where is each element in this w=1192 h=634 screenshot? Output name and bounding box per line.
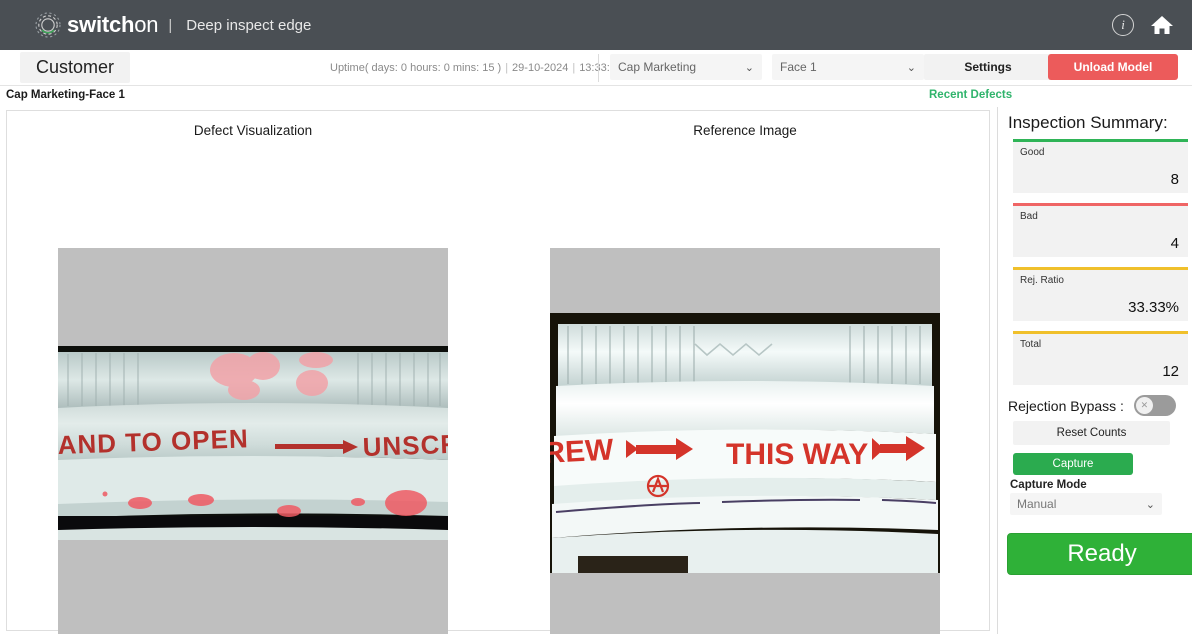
brand-name: switchon [67, 12, 159, 38]
summary-card-value: 12 [1162, 363, 1179, 380]
summary-card-value: 8 [1170, 171, 1179, 188]
capture-button[interactable]: Capture [1013, 453, 1133, 475]
reference-image-column: Reference Image REW THIS WAY [499, 111, 991, 634]
unload-model-button[interactable]: Unload Model [1048, 54, 1178, 80]
body: Defect Visualization AND TO OPEN UNSCR R… [0, 107, 1192, 634]
reference-image[interactable]: REW THIS WAY [550, 248, 940, 634]
svg-text:THIS WAY: THIS WAY [726, 438, 868, 471]
home-icon[interactable] [1150, 14, 1174, 36]
summary-card-value: 4 [1170, 235, 1179, 252]
summary-card-good: Good 8 [1013, 139, 1188, 193]
reference-image-title: Reference Image [693, 123, 797, 138]
settings-button[interactable]: Settings [924, 54, 1052, 80]
app-header: switchon | Deep inspect edge i [0, 0, 1192, 50]
brand-logo: switchon | Deep inspect edge [34, 11, 311, 39]
reset-counts-button[interactable]: Reset Counts [1013, 421, 1170, 445]
capture-mode-label: Capture Mode [1010, 479, 1087, 491]
summary-card-total: Total 12 [1013, 331, 1188, 385]
info-icon[interactable]: i [1112, 14, 1134, 36]
toolbar: Customer Uptime( days: 0 hours: 0 mins: … [0, 50, 1192, 86]
summary-card-rej-ratio: Rej. Ratio 33.33% [1013, 267, 1188, 321]
defect-visualization-title: Defect Visualization [193, 123, 313, 138]
current-date: 29-10-2024 [512, 61, 569, 74]
app-subtitle: Deep inspect edge [186, 16, 312, 34]
face-select[interactable]: Face 1 ⌄ [772, 54, 924, 80]
summary-card-value: 33.33% [1128, 299, 1179, 316]
summary-card-label: Total [1020, 339, 1042, 350]
header-actions: i [1112, 0, 1174, 50]
recent-defects-label[interactable]: Recent Defects [929, 89, 1012, 101]
uptime-text: Uptime( days: 0 hours: 0 mins: 15 ) [330, 61, 502, 74]
summary-card-label: Rej. Ratio [1020, 275, 1064, 286]
model-select-value: Cap Marketing [618, 60, 697, 74]
face-select-value: Face 1 [780, 60, 817, 74]
svg-text:UNSCR: UNSCR [362, 429, 448, 462]
customer-chip[interactable]: Customer [20, 52, 131, 83]
chevron-down-icon: ⌄ [744, 61, 754, 74]
chevron-down-icon: ⌄ [906, 61, 916, 74]
uptime-sep-2: | [572, 61, 576, 74]
brand-separator: | [168, 16, 173, 34]
uptime-status: Uptime( days: 0 hours: 0 mins: 15 ) | 29-1… [330, 62, 638, 74]
capture-mode-select[interactable]: Manual ⌄ [1010, 493, 1162, 515]
breadcrumb: Cap Marketing-Face 1 [6, 89, 125, 101]
capture-mode-value: Manual [1017, 497, 1057, 511]
brand-name-bold: switch [67, 12, 135, 37]
summary-card-bad: Bad 4 [1013, 203, 1188, 257]
toggle-off-icon: ✕ [1135, 397, 1153, 414]
brand-name-light: on [134, 12, 159, 37]
uptime-sep-1: | [505, 61, 509, 74]
toolbar-divider [598, 54, 599, 82]
inspection-summary-sidebar: Inspection Summary: Good 8 Bad 4 Rej. Ra… [997, 107, 1192, 634]
breadcrumb-row: Cap Marketing-Face 1 Recent Defects [0, 86, 1192, 107]
defect-visualization-column: Defect Visualization AND TO OPEN UNSCR [7, 111, 499, 634]
inspection-summary-title: Inspection Summary: [1008, 113, 1168, 132]
chevron-down-icon: ⌄ [1145, 498, 1155, 511]
rejection-bypass-toggle[interactable]: ✕ [1133, 395, 1176, 416]
rejection-bypass-label: Rejection Bypass : [1008, 397, 1124, 414]
switchon-logo-icon [34, 11, 62, 39]
summary-card-label: Good [1020, 147, 1045, 158]
inspection-content-panel: Defect Visualization AND TO OPEN UNSCR R… [6, 110, 991, 634]
svg-text:REW: REW [550, 433, 615, 470]
summary-card-label: Bad [1020, 211, 1038, 222]
ready-status-button[interactable]: Ready [1007, 533, 1192, 575]
defect-visualization-image[interactable]: AND TO OPEN UNSCR [58, 248, 448, 634]
rejection-bypass-row: Rejection Bypass : ✕ [1008, 395, 1192, 416]
model-select[interactable]: Cap Marketing ⌄ [610, 54, 762, 80]
